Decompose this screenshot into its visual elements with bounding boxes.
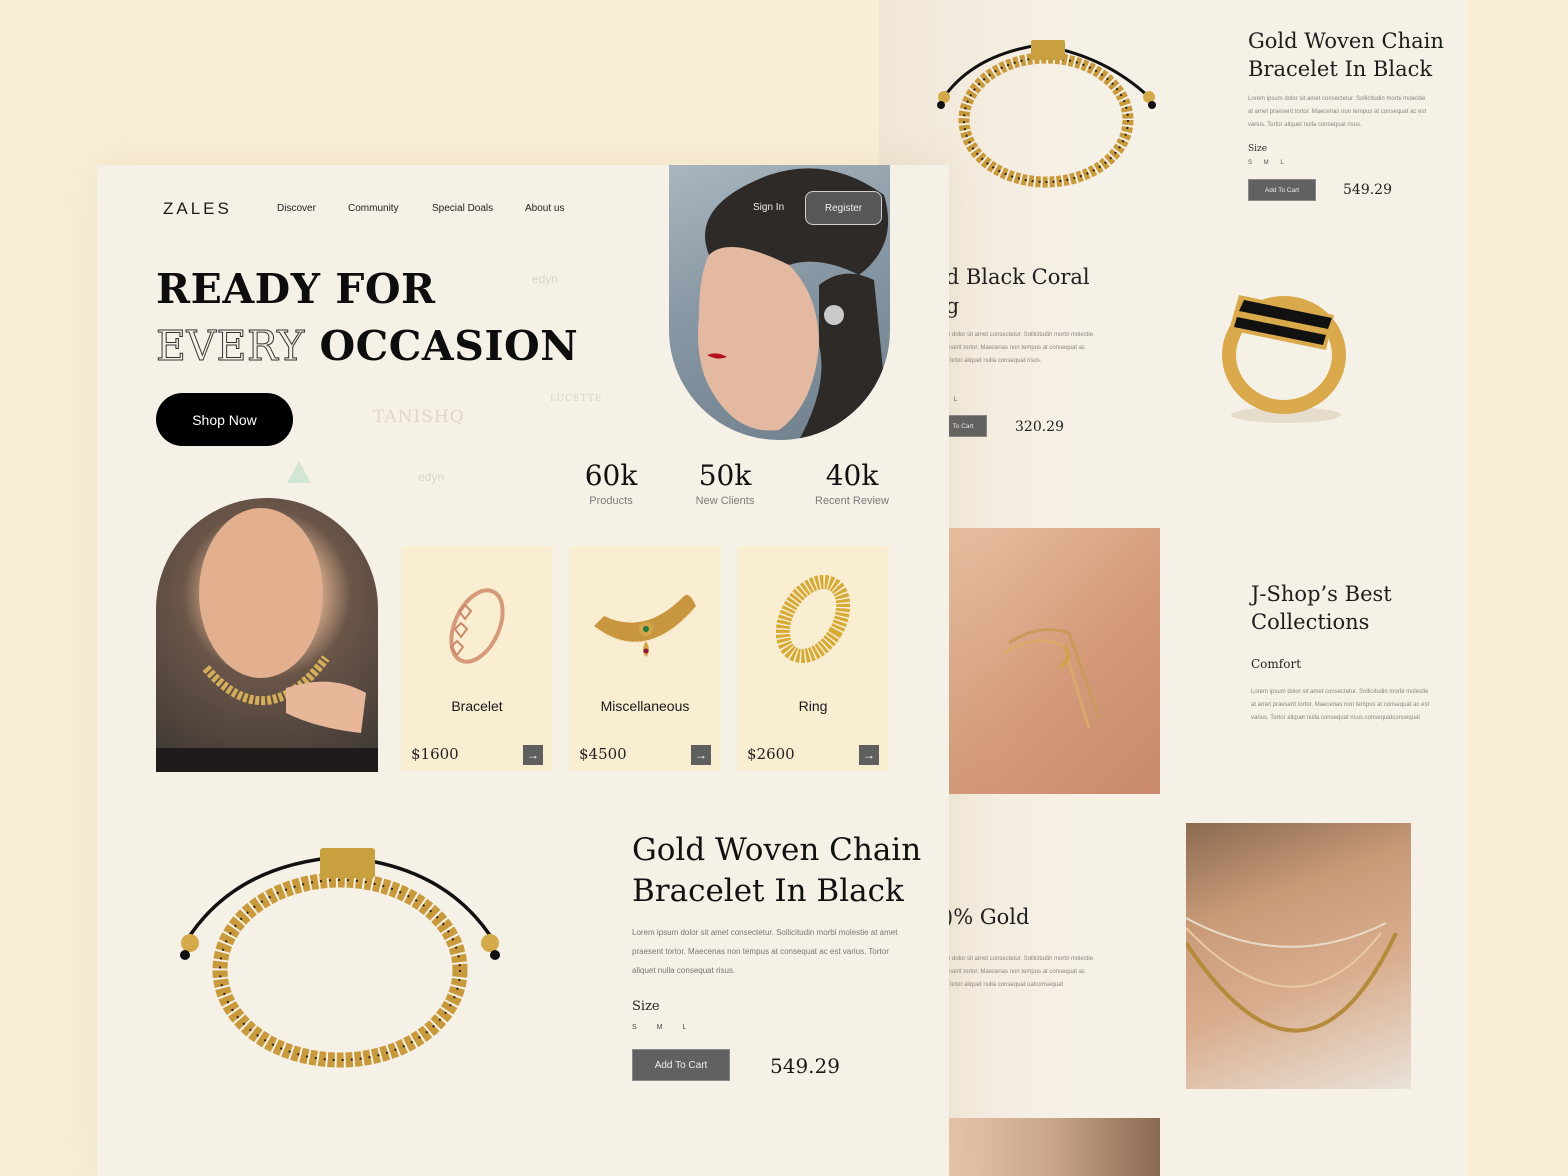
nav-special-deals[interactable]: Special Doals (432, 203, 493, 214)
product1-add-to-cart-button[interactable]: Add To Cart (1248, 179, 1316, 201)
yha-triangle-icon (287, 461, 311, 483)
product1-price: 549.29 (1343, 182, 1392, 198)
size-options: S M L (632, 1024, 686, 1031)
stat-value: 40k (825, 459, 879, 492)
brand-logo-edyn: edyn (532, 272, 559, 286)
background-page-preview: Gold Woven Chain Bracelet In Black Lorem… (879, 0, 1467, 1176)
sign-in-link[interactable]: Sign In (753, 202, 784, 213)
layered-necklace-photo (1184, 823, 1411, 1089)
stat-label: New Clients (695, 495, 755, 507)
product2-description: n dolor sit amet consectetur. Sollicitud… (947, 332, 1094, 364)
hero-solid-word: OCCASION (319, 322, 579, 370)
product1-title-line1: Gold Woven Chain (1248, 29, 1444, 53)
gold-section-description: n dolor sit amet consectetur. Sollicitud… (947, 956, 1094, 988)
brand-logo-yha (287, 461, 311, 483)
stacked-rings-image (1003, 628, 1101, 729)
category-card-bracelet[interactable]: Bracelet $1600 → (401, 546, 553, 771)
landing-page: ZALES Discover Community Special Doals A… (97, 165, 949, 1176)
product-title: Gold Woven Chain Bracelet In Black (632, 830, 921, 912)
product-description: Lorem ipsum dolor sit amet consectetur. … (632, 928, 898, 975)
product2-price: 320.29 (1015, 419, 1064, 435)
product-title-line1: Gold Woven Chain (632, 832, 922, 868)
nav-community[interactable]: Community (348, 203, 399, 214)
product1-description: Lorem ipsum dolor sit amet consectetur. … (1248, 96, 1427, 128)
hero-headline-line1: READY FOR (156, 265, 436, 313)
shop-now-button[interactable]: Shop Now (156, 393, 293, 446)
stat-value: 50k (698, 459, 752, 492)
arrow-right-icon[interactable]: → (523, 745, 543, 765)
bracelet-image (937, 40, 1156, 188)
arrow-right-icon[interactable]: → (691, 745, 711, 765)
necklace-image (1184, 917, 1398, 1033)
black-coral-ring-image (1222, 295, 1346, 423)
product2-size-option[interactable]: L (954, 397, 957, 403)
ring-on-hand-photo (949, 528, 1160, 794)
zales-logo[interactable]: ZALES (163, 199, 232, 219)
add-to-cart-button[interactable]: Add To Cart (632, 1049, 730, 1081)
product-title-line2: Bracelet In Black (632, 873, 904, 909)
stat-products: 60k Products (556, 459, 666, 507)
category-name: Bracelet (451, 698, 503, 714)
category-name: Miscellaneous (600, 698, 690, 714)
bracelet-ring-image (449, 588, 505, 664)
gold-section-title: )% Gold (945, 905, 1030, 929)
gold-bangle-image (775, 575, 851, 663)
nav-about-us[interactable]: About us (525, 203, 564, 214)
category-card-ring[interactable]: Ring $2600 → (737, 546, 889, 771)
size-label: Size (632, 999, 660, 1014)
category-price: $4500 (579, 745, 627, 763)
product1-title-line2: Bracelet In Black (1248, 57, 1433, 81)
category-name: Ring (798, 698, 828, 714)
collection-title-line1: J-Shop’s Best (1251, 582, 1392, 606)
brand-logo-edyn-2: edyn (418, 470, 445, 484)
collection-title-line2: Collections (1251, 610, 1370, 634)
nav-discover[interactable]: Discover (277, 203, 316, 214)
size-option-s[interactable]: S (632, 1024, 637, 1031)
stat-label: Recent Review (815, 495, 889, 507)
arrow-right-icon[interactable]: → (859, 745, 879, 765)
register-button[interactable]: Register (805, 191, 882, 225)
product1-size-label: Size (1248, 144, 1268, 154)
ear-photo (949, 1118, 1160, 1176)
stat-value: 60k (584, 459, 638, 492)
hero-outline-word: EVERY (156, 322, 305, 371)
collection-subtitle: Comfort (1251, 657, 1302, 671)
choker-necklace-image (594, 594, 696, 657)
collection-description: Lorem ipsum dolor sit amet consectetur. … (1251, 689, 1430, 721)
product-price: 549.29 (770, 1054, 840, 1078)
brand-logo-tanishq: TANISHQ (373, 407, 465, 427)
stat-new-clients: 50k New Clients (670, 459, 780, 507)
category-price: $2600 (747, 745, 795, 763)
gold-woven-bracelet-image (180, 848, 500, 1068)
stat-recent-review: 40k Recent Review (797, 459, 907, 507)
hero-headline-line2: EVERY OCCASION (156, 322, 579, 371)
category-card-miscellaneous[interactable]: Miscellaneous $4500 → (569, 546, 721, 771)
stat-label: Products (589, 495, 633, 507)
model-with-necklace-image (156, 508, 378, 772)
product2-title-line1: ld Black Coral (939, 265, 1090, 289)
size-option-l[interactable]: L (683, 1024, 687, 1031)
brand-logo-lucette: LUCETTE (550, 394, 603, 404)
model-jewelry-photo (156, 498, 378, 772)
product1-size-options[interactable]: S M L (1248, 160, 1284, 166)
category-price: $1600 (411, 745, 459, 763)
size-option-m[interactable]: M (657, 1024, 663, 1031)
